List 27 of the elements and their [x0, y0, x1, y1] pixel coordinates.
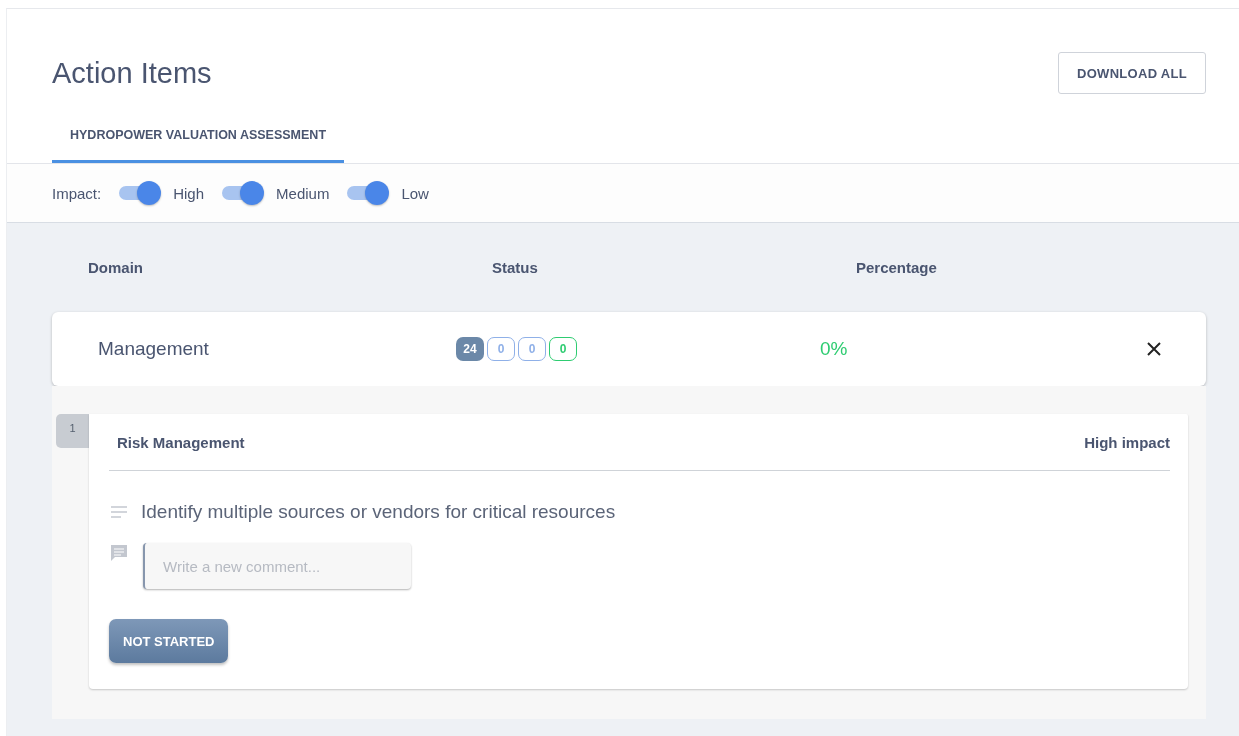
domain-row[interactable]: Management 24 0 0 0 0%: [52, 312, 1206, 386]
domain-name: Management: [98, 338, 210, 360]
comment-icon: [109, 543, 129, 563]
download-all-button[interactable]: DOWNLOAD ALL: [1058, 52, 1206, 94]
status-count: 0: [549, 337, 577, 361]
toggle-switch[interactable]: [345, 181, 390, 205]
item-category: Risk Management: [117, 433, 245, 451]
column-header: Status: [492, 259, 539, 276]
toggle-switch[interactable]: [117, 181, 162, 205]
status-button[interactable]: NOT STARTED: [109, 619, 229, 663]
toggle-switch[interactable]: [220, 181, 265, 205]
status-count: 0: [518, 337, 546, 361]
page-title: Action Items: [52, 56, 212, 90]
column-header: Domain: [88, 259, 144, 276]
column-header: Percentage: [856, 259, 938, 276]
impact-level: High impact: [1084, 433, 1170, 451]
action-text: Identify multiple sources or vendors for critical resources: [141, 501, 616, 523]
toggle-label: High: [173, 184, 205, 202]
status-count: 0: [487, 337, 515, 361]
status-count: 24: [456, 337, 484, 361]
percentage: 0%: [820, 338, 849, 360]
toggle-label: Low: [401, 184, 429, 202]
item-number: 1: [56, 414, 89, 448]
close-icon[interactable]: [1146, 341, 1162, 357]
toggle-label: Medium: [276, 184, 330, 202]
comment-field[interactable]: Write a new comment...: [143, 543, 411, 589]
impact-label: Impact:: [52, 184, 102, 202]
